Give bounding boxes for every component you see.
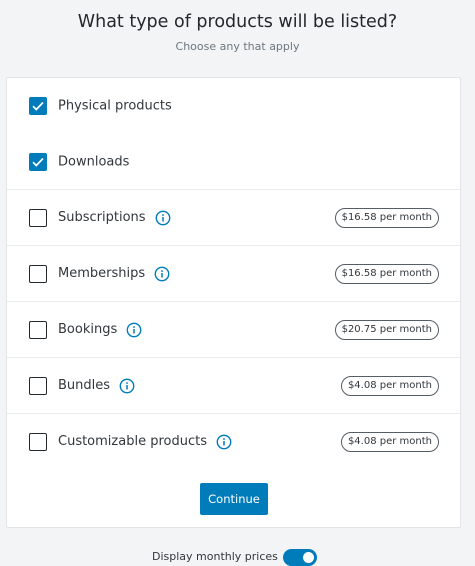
product-type-name: Bundles [58, 378, 111, 393]
product-type-row-subscriptions[interactable]: Subscriptions $16.58 per month [7, 189, 460, 245]
product-type-label: Bundles [58, 378, 135, 394]
checkbox[interactable] [29, 376, 47, 395]
product-type-row-bundles[interactable]: Bundles $4.08 per month [7, 357, 460, 413]
price-badge: $16.58 per month [334, 207, 439, 228]
checkmark-icon [32, 157, 44, 167]
info-icon[interactable] [154, 266, 170, 282]
product-types-card: Physical products Downloads Subscription… [6, 77, 461, 528]
product-type-row-customizable[interactable]: Customizable products $4.08 per month [7, 413, 460, 469]
checkbox[interactable] [29, 153, 47, 171]
info-icon[interactable] [126, 322, 142, 338]
price-badge: $20.75 per month [334, 319, 439, 340]
product-type-row-memberships[interactable]: Memberships $16.58 per month [7, 245, 460, 301]
page-title: What type of products will be listed? [77, 12, 398, 32]
product-type-label: Physical products [58, 99, 172, 114]
product-type-row-downloads[interactable]: Downloads [7, 134, 460, 190]
price-badge: $4.08 per month [340, 375, 439, 396]
product-type-label: Subscriptions [58, 210, 171, 226]
product-type-name: Subscriptions [58, 210, 146, 225]
product-type-name: Downloads [58, 154, 130, 170]
checkbox[interactable] [29, 208, 47, 227]
checkbox[interactable] [29, 432, 47, 451]
info-icon[interactable] [155, 210, 171, 226]
product-type-label: Customizable products [58, 434, 232, 450]
monthly-prices-toggle[interactable] [283, 549, 317, 566]
product-type-name: Customizable products [58, 434, 207, 449]
monthly-prices-toggle-row: Display monthly prices [0, 546, 475, 566]
product-type-label: Memberships [58, 266, 170, 282]
product-type-label: Bookings [58, 322, 142, 338]
product-type-row-bookings[interactable]: Bookings $20.75 per month [7, 301, 460, 357]
checkbox[interactable] [29, 320, 47, 339]
info-icon[interactable] [216, 434, 232, 450]
checkbox[interactable] [29, 97, 47, 115]
product-type-row-physical[interactable]: Physical products [7, 78, 460, 134]
product-type-name: Memberships [58, 266, 146, 281]
continue-button[interactable]: Continue [200, 483, 268, 515]
toggle-label: Display monthly prices [152, 550, 278, 563]
product-type-name: Physical products [58, 98, 172, 114]
checkmark-icon [32, 101, 44, 111]
toggle-knob [303, 552, 314, 563]
product-type-label: Downloads [58, 155, 129, 170]
page-subtitle: Choose any that apply [175, 40, 300, 53]
product-type-name: Bookings [58, 322, 118, 337]
checkbox[interactable] [29, 264, 47, 283]
price-badge: $16.58 per month [334, 263, 439, 284]
info-icon[interactable] [119, 378, 135, 394]
price-badge: $4.08 per month [340, 431, 439, 452]
